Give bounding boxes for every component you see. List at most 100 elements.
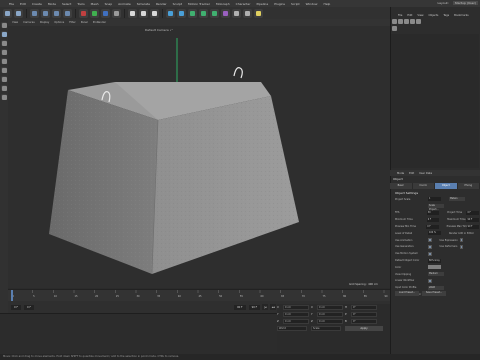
menu-item-mesh[interactable]: Mesh bbox=[91, 2, 99, 6]
tab-basic[interactable]: Basic bbox=[390, 183, 413, 189]
attribute-value-right[interactable]: 90 F bbox=[466, 217, 479, 222]
rotation-p-field[interactable]: 0° bbox=[351, 312, 377, 317]
menu-item-edit[interactable]: Edit bbox=[20, 2, 26, 6]
menu-item-help[interactable]: Help bbox=[323, 2, 330, 6]
redo-icon[interactable] bbox=[14, 8, 23, 18]
attribute-menu-edit[interactable]: Edit bbox=[409, 172, 414, 175]
pen-icon[interactable] bbox=[177, 8, 186, 18]
attribute-value-field[interactable]: sRGB bbox=[428, 285, 444, 290]
attribute-value-field[interactable]: Medium bbox=[428, 272, 444, 277]
light-icon[interactable] bbox=[254, 8, 263, 18]
object-menu-view[interactable]: View bbox=[417, 14, 423, 17]
axis-mode-icon[interactable] bbox=[1, 76, 7, 82]
menu-item-file[interactable]: File bbox=[9, 2, 14, 6]
position-z-field[interactable]: 0 cm bbox=[283, 319, 309, 324]
make-editable-icon[interactable] bbox=[1, 22, 7, 28]
rotation-h-field[interactable]: 0° bbox=[351, 305, 377, 310]
render-picture-viewer-icon[interactable] bbox=[139, 8, 148, 18]
rotation-b-field[interactable]: 0° bbox=[351, 319, 377, 324]
menu-item-render[interactable]: Render bbox=[156, 2, 167, 6]
start-frame-field[interactable]: 0 F bbox=[11, 304, 21, 310]
edges-mode-icon[interactable] bbox=[1, 58, 7, 64]
workplane-icon[interactable] bbox=[1, 94, 7, 100]
viewport-menu-options[interactable]: Options bbox=[54, 21, 64, 24]
perspective-viewport[interactable] bbox=[8, 26, 390, 288]
position-y-field[interactable]: 0 cm bbox=[283, 312, 309, 317]
field-icon[interactable] bbox=[210, 8, 219, 18]
cube-icon[interactable] bbox=[166, 8, 175, 18]
menu-item-script[interactable]: Script bbox=[291, 2, 300, 6]
z-axis-icon[interactable] bbox=[101, 8, 110, 18]
camera-icon[interactable] bbox=[243, 8, 252, 18]
coordinate-system-icon[interactable] bbox=[112, 8, 121, 18]
attribute-checkbox-right[interactable] bbox=[459, 238, 463, 242]
current-frame-field[interactable]: 0 F bbox=[23, 304, 34, 310]
bend-deformer-icon[interactable] bbox=[221, 8, 230, 18]
points-mode-icon[interactable] bbox=[1, 49, 7, 55]
rotate-icon[interactable] bbox=[63, 8, 72, 18]
menu-item-simulate[interactable]: Simulate bbox=[137, 2, 150, 6]
menu-item-select[interactable]: Select bbox=[62, 2, 71, 6]
menu-item-pipeline[interactable]: Pipeline bbox=[256, 2, 268, 6]
object-view-icon[interactable] bbox=[404, 19, 409, 24]
layout-dropdown[interactable]: Startup (User) bbox=[452, 1, 478, 5]
menu-item-animate[interactable]: Animate bbox=[118, 2, 131, 6]
snap-icon[interactable] bbox=[1, 85, 7, 91]
load-preset-button[interactable]: Load Preset... bbox=[395, 291, 419, 296]
menu-item-create[interactable]: Create bbox=[32, 2, 42, 6]
viewport-menu-view[interactable]: View bbox=[12, 21, 18, 24]
go-to-start-icon[interactable]: |◂ bbox=[262, 304, 269, 310]
tab-phong[interactable]: Phong bbox=[457, 183, 480, 189]
y-axis-icon[interactable] bbox=[90, 8, 99, 18]
viewport-menu-prorender[interactable]: ProRender bbox=[93, 21, 106, 24]
timeline-playhead[interactable] bbox=[11, 290, 13, 301]
floor-icon[interactable] bbox=[232, 8, 241, 18]
color-swatch[interactable] bbox=[428, 265, 441, 270]
menu-item-sculpt[interactable]: Sculpt bbox=[173, 2, 182, 6]
object-menu-objects[interactable]: Objects bbox=[429, 14, 439, 17]
menu-item-motion-tracker[interactable]: Motion Tracker bbox=[188, 2, 210, 6]
undo-icon[interactable] bbox=[3, 8, 12, 18]
polygons-mode-icon[interactable] bbox=[1, 67, 7, 73]
previous-key-icon[interactable]: ◂◂ bbox=[270, 304, 277, 310]
scale-icon[interactable] bbox=[52, 8, 61, 18]
viewport-menu-cameras[interactable]: Cameras bbox=[23, 21, 35, 24]
attribute-checkbox[interactable] bbox=[428, 252, 432, 256]
camera-label[interactable]: Default Camera •° bbox=[145, 28, 173, 32]
live-selection-icon[interactable] bbox=[30, 8, 39, 18]
menu-item-character[interactable]: Character bbox=[236, 2, 251, 6]
tab-object[interactable]: Object bbox=[435, 183, 458, 189]
save-preset-button[interactable]: Save Preset... bbox=[422, 291, 446, 296]
attribute-checkbox[interactable] bbox=[428, 245, 432, 249]
menu-item-window[interactable]: Window bbox=[306, 2, 318, 6]
object-layer-icon[interactable] bbox=[410, 19, 415, 24]
attribute-menu-user-data[interactable]: User Data bbox=[419, 172, 432, 175]
object-list[interactable] bbox=[391, 34, 479, 168]
position-x-field[interactable]: 0 cm bbox=[283, 305, 309, 310]
tab-coord[interactable]: Coord. bbox=[412, 183, 435, 189]
attribute-dropdown-right[interactable]: Meters bbox=[449, 197, 465, 202]
move-icon[interactable] bbox=[41, 8, 50, 18]
object-home-icon[interactable] bbox=[416, 19, 421, 24]
timeline-ruler[interactable]: 0 5 10 15 20 25 30 35 40 45 50 55 60 65 70 75 80 85 90 bbox=[8, 289, 390, 301]
attribute-value-right[interactable]: 0 F bbox=[466, 210, 479, 215]
object-menu-bookmarks[interactable]: Bookmarks bbox=[454, 14, 469, 17]
object-filter-icon[interactable] bbox=[392, 19, 397, 24]
menu-item-snap[interactable]: Snap bbox=[105, 2, 113, 6]
subdivision-icon[interactable] bbox=[188, 8, 197, 18]
attribute-value-field[interactable]: Scale Project... bbox=[428, 204, 444, 211]
attribute-value-field[interactable]: 80% Gray bbox=[428, 258, 441, 263]
attribute-value-field[interactable]: 100 % bbox=[428, 231, 441, 236]
apply-button[interactable]: Apply bbox=[345, 326, 383, 331]
x-axis-icon[interactable] bbox=[79, 8, 88, 18]
menu-item-mode[interactable]: Mode bbox=[48, 2, 56, 6]
attribute-value-field[interactable]: 0 F bbox=[426, 224, 439, 229]
cloner-icon[interactable] bbox=[199, 8, 208, 18]
viewport-menu-filter[interactable]: Filter bbox=[69, 21, 75, 24]
object-folder-icon[interactable] bbox=[392, 25, 397, 31]
attribute-value-field[interactable]: 1 bbox=[428, 197, 441, 202]
coord-mode-dropdown[interactable]: World bbox=[277, 326, 307, 331]
size-mode-dropdown[interactable]: Scale bbox=[311, 326, 341, 331]
scale-z-field[interactable]: 0 cm bbox=[317, 319, 343, 324]
preview-end-field[interactable]: 90 F bbox=[248, 304, 261, 310]
